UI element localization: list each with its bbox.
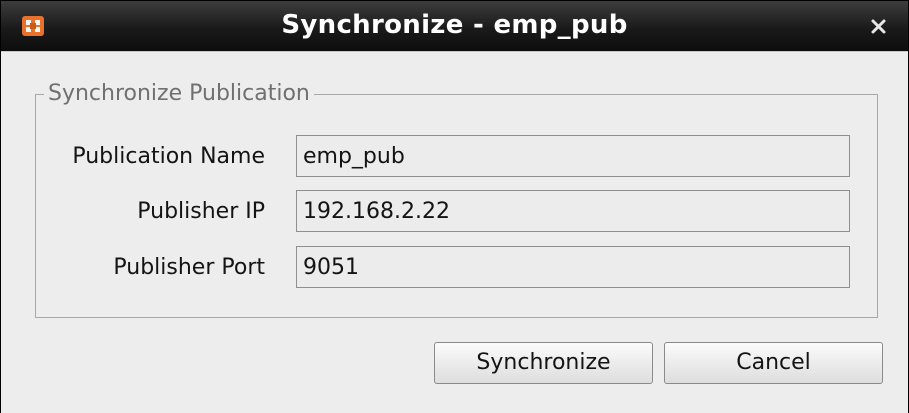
dialog-window: Synchronize - emp_pub Synchronize Public… bbox=[0, 0, 909, 413]
window-title: Synchronize - emp_pub bbox=[281, 10, 628, 40]
publisher-port-field[interactable] bbox=[296, 246, 850, 288]
group-legend: Synchronize Publication bbox=[44, 80, 314, 108]
title-bar[interactable]: Synchronize - emp_pub bbox=[1, 1, 908, 51]
publisher-ip-label: Publisher IP bbox=[137, 199, 265, 224]
publication-name-field[interactable] bbox=[296, 135, 850, 177]
publisher-ip-field[interactable] bbox=[296, 190, 850, 232]
dialog-body: Synchronize Publication Publication Name… bbox=[1, 51, 908, 413]
publication-name-label: Publication Name bbox=[72, 144, 265, 169]
cancel-button[interactable]: Cancel bbox=[664, 342, 883, 384]
publisher-port-label: Publisher Port bbox=[113, 255, 265, 280]
publisher-ip-row: Publisher IP bbox=[36, 190, 877, 234]
publication-name-row: Publication Name bbox=[36, 135, 877, 179]
close-icon[interactable] bbox=[868, 15, 890, 37]
synchronize-button[interactable]: Synchronize bbox=[434, 342, 653, 384]
synchronize-publication-group: Synchronize Publication Publication Name… bbox=[35, 80, 878, 318]
publisher-port-row: Publisher Port bbox=[36, 246, 877, 290]
